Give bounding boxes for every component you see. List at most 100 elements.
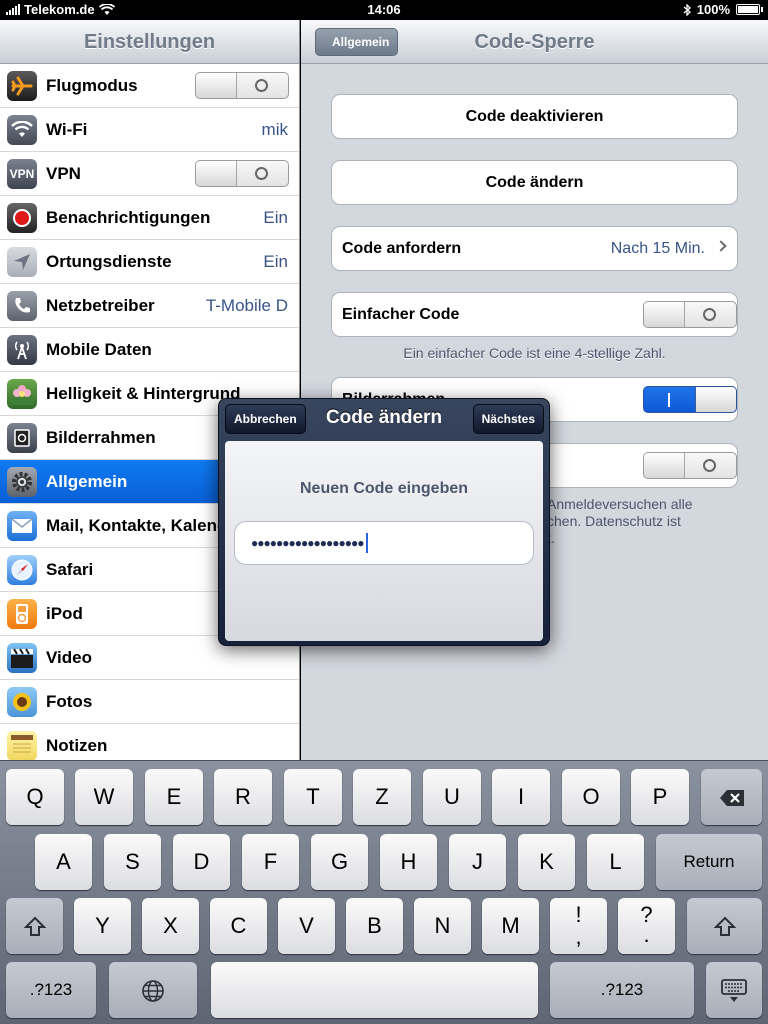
key-s[interactable]: S [104, 834, 161, 890]
key-u[interactable]: U [423, 769, 481, 825]
sidebar-item-label: iPod [46, 603, 83, 623]
key-f[interactable]: F [242, 834, 299, 890]
simple-code-label: Einfacher Code [342, 305, 460, 323]
clapper-icon [7, 642, 37, 673]
key-k[interactable]: K [518, 834, 575, 890]
notifications-value: Ein [263, 207, 288, 227]
code-input[interactable]: ●●●●●●●●●●●●●●●●●● [234, 521, 534, 565]
key-period-bottom: . [643, 922, 650, 947]
sidebar-item-label: Video [46, 647, 92, 667]
new-code-prompt: Neuen Code eingeben [299, 480, 469, 497]
next-button[interactable]: Nächstes [472, 404, 544, 434]
clock: 14:06 [367, 2, 401, 17]
sidebar-item-notizen[interactable]: Notizen [0, 724, 299, 760]
sidebar-item-flugmodus[interactable]: Flugmodus [0, 64, 299, 108]
key-a[interactable]: A [35, 834, 92, 890]
key-d[interactable]: D [173, 834, 230, 890]
status-right: 100% [683, 2, 763, 17]
key-c[interactable]: C [210, 898, 267, 954]
key-o[interactable]: O [562, 769, 620, 825]
key-i[interactable]: I [492, 769, 550, 825]
notepad-icon [7, 730, 37, 760]
notifications-icon [7, 202, 37, 233]
sidebar-title: Einstellungen [0, 20, 299, 64]
sidebar-item-fotos[interactable]: Fotos [0, 680, 299, 724]
vpn-switch[interactable] [195, 160, 289, 187]
key-p[interactable]: P [631, 769, 689, 825]
key-h[interactable]: H [380, 834, 437, 890]
chevron-right-icon [715, 240, 727, 252]
key-e[interactable]: E [145, 769, 203, 825]
detail-panel: Allgemein Code-Sperre Code deaktivieren … [301, 20, 768, 760]
sidebar-item-mobile-daten[interactable]: Mobile Daten [0, 328, 299, 372]
sidebar-item-label: Fotos [46, 691, 93, 711]
key-j[interactable]: J [449, 834, 506, 890]
location-icon [7, 246, 37, 277]
key-y[interactable]: Y [74, 898, 131, 954]
code-change-button[interactable]: Code ändern [331, 160, 738, 205]
key-q[interactable]: Q [6, 769, 64, 825]
sidebar-item-benachrichtigungen[interactable]: Benachrichtigungen Ein [0, 196, 299, 240]
sidebar-item-label: VPN [46, 163, 81, 183]
key-z[interactable]: Z [353, 769, 411, 825]
code-deactivate-button[interactable]: Code deaktivieren [331, 94, 738, 139]
text-caret [366, 533, 369, 553]
battery-percent: 100% [696, 2, 730, 17]
sidebar-item-netzbetreiber[interactable]: Netzbetreiber T-Mobile D [0, 284, 299, 328]
globe-key[interactable] [109, 962, 197, 1018]
hide-keyboard-key[interactable] [706, 962, 762, 1018]
key-v[interactable]: V [278, 898, 335, 954]
return-key[interactable]: Return [656, 834, 762, 890]
sidebar-item-label: Ortungsdienste [46, 251, 172, 271]
sidebar-item-wifi[interactable]: Wi-Fi mik [0, 108, 299, 152]
location-value: Ein [263, 251, 288, 271]
picture-frame-switch[interactable] [643, 386, 737, 413]
require-code-row[interactable]: Code anfordern Nach 15 Min. [331, 226, 738, 271]
key-g[interactable]: G [311, 834, 368, 890]
sidebar-item-ortungsdienste[interactable]: Ortungsdienste Ein [0, 240, 299, 284]
change-code-dialog: Abbrechen Code ändern Nächstes Neuen Cod… [218, 398, 550, 646]
sidebar-item-label: Helligkeit & Hintergrund [46, 383, 241, 403]
compass-icon [7, 554, 37, 585]
page-title: Code-Sperre [474, 31, 595, 53]
key-m[interactable]: M [482, 898, 539, 954]
key-comma-bottom: , [575, 924, 582, 949]
detail-navbar: Allgemein Code-Sperre [301, 20, 768, 64]
key-r[interactable]: R [214, 769, 272, 825]
numbers-key-right[interactable]: .?123 [550, 962, 694, 1018]
require-code-label: Code anfordern [342, 239, 462, 257]
sidebar-item-label: Bilderrahmen [46, 427, 156, 447]
sidebar-item-label: Notizen [46, 735, 108, 755]
wifi-value: mik [261, 119, 288, 139]
sidebar-item-vpn[interactable]: VPN VPN [0, 152, 299, 196]
key-exclaim-comma[interactable]: ! , [550, 898, 607, 954]
key-l[interactable]: L [587, 834, 644, 890]
sidebar-item-label: Flugmodus [46, 75, 138, 95]
key-b[interactable]: B [346, 898, 403, 954]
sunflower-icon [7, 686, 37, 717]
flower-icon [7, 378, 37, 409]
wifi-icon [7, 114, 37, 145]
key-question-period[interactable]: ? . [618, 898, 675, 954]
shift-right-key[interactable] [687, 898, 762, 954]
space-key[interactable] [211, 962, 538, 1018]
keyboard-hide-icon [721, 979, 747, 1003]
code-dots: ●●●●●●●●●●●●●●●●●● [251, 536, 364, 550]
simple-code-switch[interactable] [643, 301, 737, 328]
picture-frame-icon [7, 422, 37, 453]
sidebar-item-label: Safari [46, 559, 94, 579]
sidebar-item-label: Netzbetreiber [46, 295, 155, 315]
backspace-icon [719, 790, 744, 807]
shift-left-key[interactable] [6, 898, 63, 954]
backspace-key[interactable] [701, 769, 762, 825]
antenna-icon [7, 334, 37, 365]
key-n[interactable]: N [414, 898, 471, 954]
vpn-icon: VPN [7, 158, 37, 189]
key-w[interactable]: W [75, 769, 133, 825]
key-t[interactable]: T [284, 769, 342, 825]
flugmodus-switch[interactable] [195, 72, 289, 99]
erase-data-switch[interactable] [643, 452, 737, 479]
numbers-key-left[interactable]: .?123 [6, 962, 96, 1018]
key-exclaim-top: ! [575, 902, 582, 927]
key-x[interactable]: X [142, 898, 199, 954]
